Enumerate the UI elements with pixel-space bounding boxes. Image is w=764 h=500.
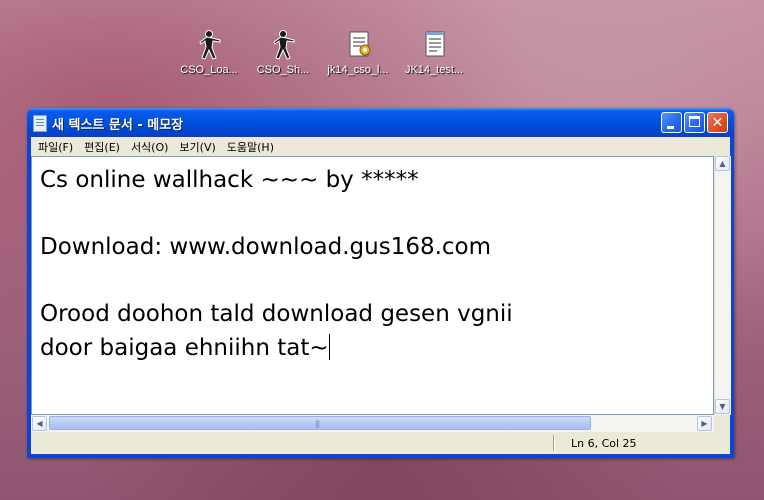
menu-view[interactable]: 보기(V) [174,137,221,155]
desktop-icon-label: CSO_Loa... [180,64,238,76]
desktop-icon-label: CSO_Sh... [256,64,310,76]
text-editor-area[interactable]: Cs online wallhack ~~~ by ***** Download… [31,156,714,415]
desktop-icon-label: jk14_cso_l... [327,64,389,76]
editor-line: Cs online wallhack ~~~ by ***** [40,167,419,193]
minimize-button[interactable] [661,112,682,133]
notepad-config-icon [341,28,375,62]
menu-help[interactable]: 도움말(H) [222,137,280,155]
status-divider [553,435,555,451]
scroll-right-button[interactable]: ▶ [697,416,712,431]
close-icon: ✕ [711,115,724,131]
minimize-icon [667,126,674,129]
horizontal-scrollbar[interactable]: ◀ ||| ▶ [31,415,714,432]
text-file-icon [417,28,451,62]
scroll-up-button[interactable]: ▲ [715,156,730,171]
maximize-icon [689,116,700,127]
status-bar: Ln 6, Col 25 [31,432,730,454]
horizontal-scroll-thumb[interactable]: ||| [49,416,591,430]
menu-format[interactable]: 서식(O) [126,137,174,155]
scroll-left-button[interactable]: ◀ [32,416,47,431]
menu-file[interactable]: 파일(F) [33,137,79,155]
scroll-down-button[interactable]: ▼ [715,399,730,414]
window-title: 새 텍스트 문서 - 메모장 [52,118,184,133]
grip-icon: ||| [315,420,320,428]
cs-soldier-icon [192,28,226,62]
desktop-icon-jk14-test[interactable]: JK14_test... [396,28,472,76]
scrollbar-corner [714,415,730,432]
editor-line: door baigaa ehniihn tat~ [40,334,329,361]
desktop-icon-label: JK14_test... [404,64,464,76]
menu-edit[interactable]: 편집(E) [79,137,126,155]
text-caret [328,333,330,360]
menu-bar: 파일(F) 편집(E) 서식(O) 보기(V) 도움말(H) [31,137,730,155]
desktop-icon-cso-loader[interactable]: CSO_Loa... [171,28,247,76]
title-bar[interactable]: 새 텍스트 문서 - 메모장 ✕ [27,108,734,137]
window-body: 파일(F) 편집(E) 서식(O) 보기(V) 도움말(H) Cs online… [31,137,731,454]
close-button[interactable]: ✕ [707,112,728,133]
editor-line: Orood doohon tald download gesen vgnii [40,301,513,327]
cursor-position: Ln 6, Col 25 [571,437,637,450]
desktop-icon-jk14-cso[interactable]: jk14_cso_l... [320,28,396,76]
maximize-button[interactable] [684,112,705,133]
vertical-scrollbar[interactable]: ▲ ▼ [714,156,731,415]
editor-line: Download: www.download.gus168.com [40,234,492,260]
notepad-window: 새 텍스트 문서 - 메모장 ✕ 파일(F) 편집(E) 서식(O) 보기(V)… [27,108,734,458]
desktop-icon-cso-sh[interactable]: CSO_Sh... [245,28,321,76]
cs-soldier-icon [266,28,300,62]
notepad-icon[interactable] [33,115,47,132]
editor-text[interactable]: Cs online wallhack ~~~ by ***** Download… [40,164,513,365]
